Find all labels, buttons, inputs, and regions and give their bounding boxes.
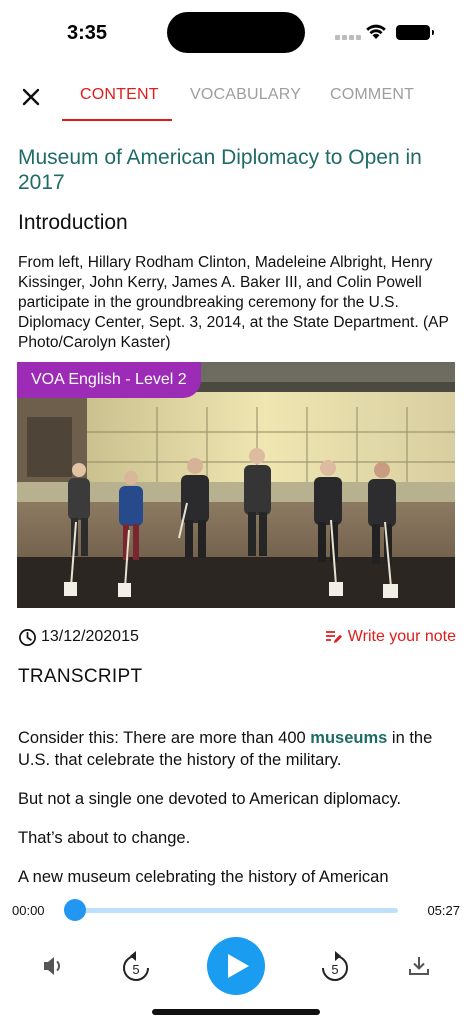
edit-note-icon [325, 631, 342, 643]
transcript-heading: TRANSCRIPT [18, 666, 143, 687]
dynamic-island [167, 12, 305, 53]
section-heading: Introduction [18, 211, 128, 234]
play-icon [228, 954, 249, 978]
write-note-button[interactable]: Write your note [325, 628, 456, 646]
photo-caption: From left, Hillary Rodham Clinton, Madel… [18, 254, 449, 351]
cellular-signal-icon [335, 32, 361, 40]
download-icon[interactable] [407, 955, 431, 977]
meta-row: 13/12/202015 Write your note [18, 626, 456, 650]
vocabulary-word-link[interactable]: museums [310, 729, 387, 747]
play-button[interactable] [207, 937, 265, 995]
active-tab-indicator [62, 119, 172, 121]
progress-track[interactable] [64, 908, 398, 913]
current-time: 00:00 [12, 903, 45, 918]
total-time: 05:27 [427, 903, 460, 918]
tab-vocabulary[interactable]: VOCABULARY [190, 86, 301, 104]
transcript-paragraph: But not a single one devoted to American… [18, 790, 402, 808]
write-note-label: Write your note [347, 628, 456, 645]
transcript-paragraph: That’s about to change. [18, 829, 191, 847]
clock-icon [19, 629, 36, 646]
close-icon[interactable] [18, 84, 44, 110]
svg-text:5: 5 [132, 962, 139, 977]
home-indicator [152, 1009, 320, 1015]
forward-5-icon[interactable]: 5 [319, 950, 351, 984]
transcript-body: Consider this: There are more than 400 m… [18, 727, 456, 889]
transcript-paragraph: A new museum celebrating the history of … [18, 868, 389, 886]
article-photo[interactable] [17, 362, 455, 608]
publish-date: 13/12/202015 [41, 628, 139, 645]
article-title: Museum of American Diplomacy to Open in … [18, 146, 422, 194]
status-time: 3:35 [67, 22, 108, 44]
progress-thumb[interactable] [64, 899, 86, 921]
rewind-5-icon[interactable]: 5 [120, 950, 152, 984]
tab-comment[interactable]: COMMENT [330, 86, 414, 104]
audio-player: 00:00 05:27 5 5 [0, 889, 472, 1024]
status-bar: 3:35 [0, 0, 472, 64]
wifi-icon [366, 24, 386, 39]
level-badge: VOA English - Level 2 [17, 362, 201, 398]
transcript-paragraph: Consider this: There are more than 400 m… [18, 729, 433, 769]
tab-header: CONTENT VOCABULARY COMMENT [0, 64, 472, 124]
tab-content[interactable]: CONTENT [80, 86, 159, 104]
volume-icon[interactable] [42, 955, 66, 977]
battery-icon [396, 25, 434, 40]
svg-text:5: 5 [331, 962, 338, 977]
